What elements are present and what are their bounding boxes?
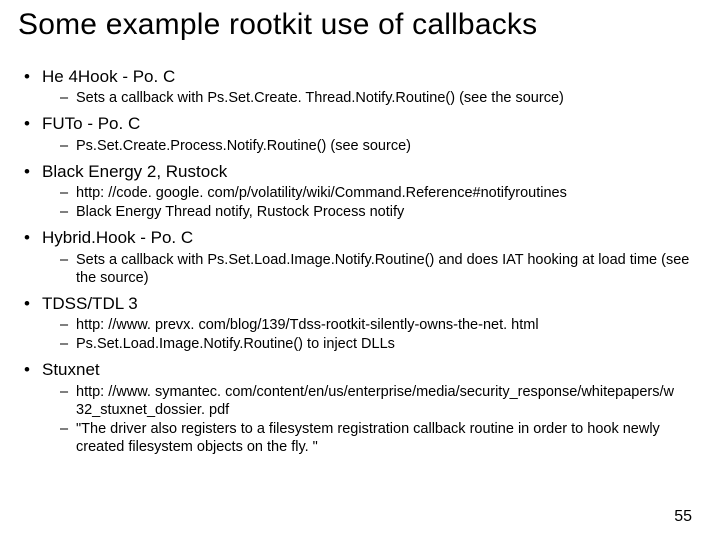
- sub-item: Ps.Set.Load.Image.Notify.Routine() to in…: [60, 335, 702, 353]
- item-label: TDSS/TDL 3: [24, 293, 702, 314]
- list-item: FUTo - Po. C Ps.Set.Create.Process.Notif…: [24, 113, 702, 154]
- sub-item: http: //code. google. com/p/volatility/w…: [60, 184, 702, 202]
- item-label: Stuxnet: [24, 359, 702, 380]
- list-item: He 4Hook - Po. C Sets a callback with Ps…: [24, 66, 702, 107]
- list-item: Hybrid.Hook - Po. C Sets a callback with…: [24, 227, 702, 287]
- item-label: FUTo - Po. C: [24, 113, 702, 134]
- sub-item: http: //www. prevx. com/blog/139/Tdss-ro…: [60, 316, 702, 334]
- sub-item: http: //www. symantec. com/content/en/us…: [60, 383, 702, 419]
- sub-item: Sets a callback with Ps.Set.Create. Thre…: [60, 89, 702, 107]
- sub-list: http: //www. symantec. com/content/en/us…: [24, 383, 702, 457]
- page-number: 55: [674, 508, 692, 526]
- sub-item: Black Energy Thread notify, Rustock Proc…: [60, 203, 702, 221]
- sub-list: Sets a callback with Ps.Set.Create. Thre…: [24, 89, 702, 107]
- sub-list: http: //code. google. com/p/volatility/w…: [24, 184, 702, 221]
- sub-list: Ps.Set.Create.Process.Notify.Routine() (…: [24, 137, 702, 155]
- slide-title: Some example rootkit use of callbacks: [18, 8, 702, 42]
- item-label: He 4Hook - Po. C: [24, 66, 702, 87]
- list-item: TDSS/TDL 3 http: //www. prevx. com/blog/…: [24, 293, 702, 354]
- bullet-list: He 4Hook - Po. C Sets a callback with Ps…: [18, 66, 702, 456]
- item-label: Black Energy 2, Rustock: [24, 161, 702, 182]
- sub-list: Sets a callback with Ps.Set.Load.Image.N…: [24, 251, 702, 287]
- slide: Some example rootkit use of callbacks He…: [0, 0, 720, 540]
- item-label: Hybrid.Hook - Po. C: [24, 227, 702, 248]
- sub-list: http: //www. prevx. com/blog/139/Tdss-ro…: [24, 316, 702, 353]
- list-item: Stuxnet http: //www. symantec. com/conte…: [24, 359, 702, 456]
- list-item: Black Energy 2, Rustock http: //code. go…: [24, 161, 702, 222]
- sub-item: "The driver also registers to a filesyst…: [60, 420, 702, 456]
- sub-item: Ps.Set.Create.Process.Notify.Routine() (…: [60, 137, 702, 155]
- sub-item: Sets a callback with Ps.Set.Load.Image.N…: [60, 251, 702, 287]
